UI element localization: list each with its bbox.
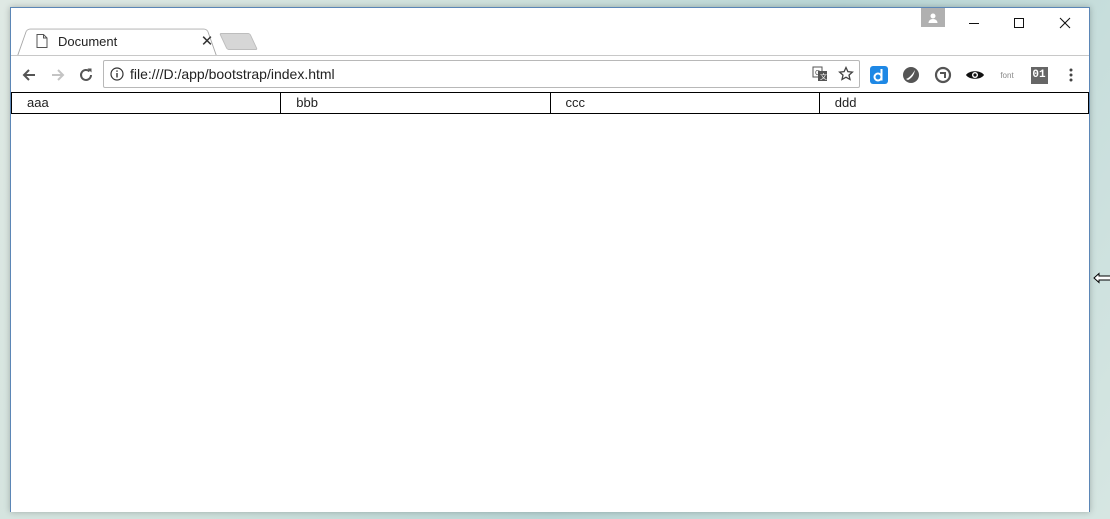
- d-extension-icon[interactable]: [869, 65, 889, 85]
- tab-document[interactable]: Document ✕: [35, 30, 215, 52]
- reload-button[interactable]: [75, 64, 97, 86]
- menu-kebab-icon[interactable]: [1061, 65, 1081, 85]
- info-icon[interactable]: [104, 67, 130, 81]
- browser-window: Document ✕ file:///D:/app/bootstrap/inde…: [10, 7, 1110, 512]
- resize-cursor-icon: [1093, 271, 1110, 284]
- page-icon: [35, 33, 49, 49]
- tab-title: Document: [58, 33, 118, 49]
- font-extension-icon[interactable]: font: [997, 65, 1017, 85]
- page-viewport: aaa bbb ccc ddd: [11, 92, 1089, 512]
- cell-item: bbb: [280, 92, 551, 114]
- title-bar: Document ✕: [11, 8, 1089, 56]
- profile-icon[interactable]: [921, 8, 945, 27]
- cell-item: ccc: [549, 92, 820, 114]
- close-window-button[interactable]: [1042, 12, 1088, 34]
- maximize-button[interactable]: [996, 12, 1042, 34]
- eye-extension-icon[interactable]: [965, 65, 985, 85]
- browser-toolbar: file:///D:/app/bootstrap/index.html G文 f…: [11, 55, 1089, 91]
- new-tab-button[interactable]: [219, 33, 258, 50]
- address-bar[interactable]: file:///D:/app/bootstrap/index.html G文: [103, 60, 860, 88]
- leaf-extension-icon[interactable]: [901, 65, 921, 85]
- sync-extension-icon[interactable]: [933, 65, 953, 85]
- cell-row: aaa bbb ccc ddd: [11, 92, 1089, 114]
- url-text[interactable]: file:///D:/app/bootstrap/index.html: [130, 66, 807, 82]
- minimize-button[interactable]: [951, 12, 997, 34]
- font-extension-label: font: [1000, 70, 1014, 80]
- svg-text:文: 文: [820, 72, 827, 81]
- back-button[interactable]: [18, 64, 40, 86]
- translate-icon[interactable]: G文: [807, 61, 833, 87]
- forward-button[interactable]: [47, 64, 69, 86]
- binary-extension-label: 01: [1030, 66, 1048, 84]
- binary-extension-icon[interactable]: 01: [1029, 65, 1049, 85]
- close-tab-icon[interactable]: ✕: [199, 33, 215, 50]
- cell-item: aaa: [11, 92, 282, 114]
- cell-item: ddd: [818, 92, 1089, 114]
- star-icon[interactable]: [833, 61, 859, 87]
